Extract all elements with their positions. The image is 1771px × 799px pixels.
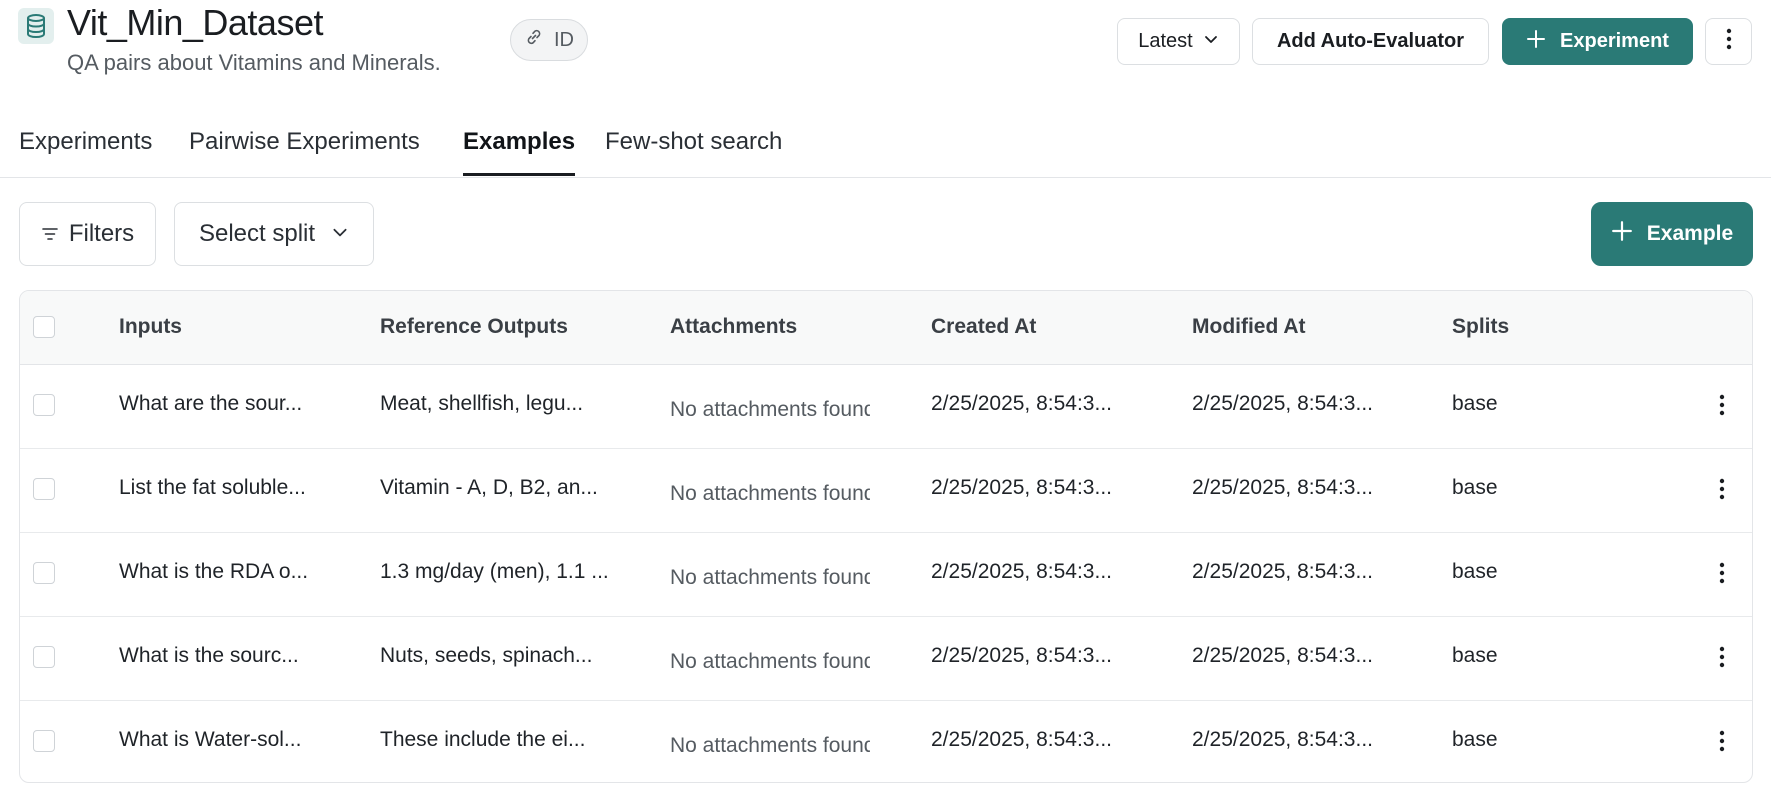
- add-example-button[interactable]: Example: [1591, 202, 1753, 266]
- cell-created-at: 2/25/2025, 8:54:3...: [931, 644, 1112, 667]
- row-menu-button[interactable]: [1710, 474, 1734, 504]
- row-menu-button[interactable]: [1710, 390, 1734, 420]
- database-icon: [18, 8, 54, 44]
- chevron-down-icon: [331, 220, 349, 248]
- cell-attachments: No attachments found: [670, 482, 870, 505]
- filters-button[interactable]: Filters: [19, 202, 156, 266]
- cell-reference-outputs: Vitamin - A, D, B2, an...: [380, 476, 598, 499]
- active-tab-indicator: [463, 173, 575, 176]
- kebab-menu-icon: [1719, 478, 1725, 500]
- cell-inputs: What is the RDA o...: [119, 560, 309, 583]
- row-checkbox[interactable]: [33, 394, 55, 416]
- cell-modified-at: 2/25/2025, 8:54:3...: [1192, 728, 1373, 751]
- tab-pairwise-experiments[interactable]: Pairwise Experiments: [189, 128, 420, 156]
- cell-modified-at: 2/25/2025, 8:54:3...: [1192, 644, 1373, 667]
- cell-attachments: No attachments found: [670, 650, 870, 673]
- more-options-button[interactable]: [1705, 18, 1752, 65]
- cell-attachments: No attachments found: [670, 398, 870, 421]
- kebab-menu-icon: [1719, 562, 1725, 584]
- cell-reference-outputs: Meat, shellfish, legu...: [380, 392, 584, 415]
- cell-split: base: [1452, 644, 1498, 667]
- kebab-menu-icon: [1719, 730, 1725, 752]
- cell-split: base: [1452, 476, 1498, 499]
- cell-reference-outputs: 1.3 mg/day (men), 1.1 ...: [380, 560, 609, 583]
- cell-modified-at: 2/25/2025, 8:54:3...: [1192, 392, 1373, 415]
- page-subtitle: QA pairs about Vitamins and Minerals.: [67, 50, 441, 75]
- table-row[interactable]: What is the RDA o... 1.3 mg/day (men), 1…: [20, 532, 1752, 617]
- column-header-modified-at[interactable]: Modified At: [1192, 315, 1306, 339]
- cell-reference-outputs: These include the ei...: [380, 728, 586, 751]
- column-header-splits[interactable]: Splits: [1452, 315, 1509, 339]
- row-menu-button[interactable]: [1710, 726, 1734, 756]
- add-experiment-button[interactable]: Experiment: [1502, 18, 1693, 65]
- row-menu-button[interactable]: [1710, 558, 1734, 588]
- cell-split: base: [1452, 728, 1498, 751]
- split-select[interactable]: Select split: [174, 202, 374, 266]
- cell-created-at: 2/25/2025, 8:54:3...: [931, 728, 1112, 751]
- add-auto-evaluator-button[interactable]: Add Auto-Evaluator: [1252, 18, 1489, 65]
- cell-modified-at: 2/25/2025, 8:54:3...: [1192, 476, 1373, 499]
- kebab-menu-icon: [1719, 394, 1725, 416]
- copy-id-button[interactable]: ID: [510, 19, 588, 61]
- table-row[interactable]: What are the sour... Meat, shellfish, le…: [20, 364, 1752, 449]
- split-select-placeholder: Select split: [198, 220, 316, 247]
- row-menu-button[interactable]: [1710, 642, 1734, 672]
- column-header-inputs[interactable]: Inputs: [119, 315, 182, 339]
- cell-inputs: List the fat soluble...: [119, 476, 306, 499]
- kebab-menu-icon: [1719, 646, 1725, 668]
- kebab-menu-icon: [1726, 28, 1732, 56]
- filter-icon: [41, 220, 59, 248]
- experiment-button-label: Experiment: [1560, 30, 1669, 52]
- column-header-reference-outputs[interactable]: Reference Outputs: [380, 315, 568, 339]
- cell-inputs: What are the sour...: [119, 392, 303, 415]
- cell-created-at: 2/25/2025, 8:54:3...: [931, 560, 1112, 583]
- page-title: Vit_Min_Dataset: [67, 2, 323, 43]
- select-all-checkbox[interactable]: [33, 316, 55, 338]
- cell-inputs: What is the sourc...: [119, 644, 299, 667]
- row-checkbox[interactable]: [33, 478, 55, 500]
- cell-attachments: No attachments found: [670, 734, 870, 757]
- cell-attachments: No attachments found: [670, 566, 870, 589]
- cell-split: base: [1452, 560, 1498, 583]
- row-checkbox[interactable]: [33, 562, 55, 584]
- cell-created-at: 2/25/2025, 8:54:3...: [931, 392, 1112, 415]
- table-row[interactable]: What is the sourc... Nuts, seeds, spinac…: [20, 616, 1752, 701]
- version-select[interactable]: Latest: [1117, 18, 1240, 65]
- filters-label: Filters: [68, 220, 135, 247]
- tab-few-shot-search[interactable]: Few-shot search: [605, 128, 782, 156]
- tab-bar: Experiments Pairwise Experiments Example…: [0, 120, 1771, 178]
- column-header-created-at[interactable]: Created At: [931, 315, 1036, 339]
- table-header: Inputs Reference Outputs Attachments Cre…: [20, 291, 1752, 365]
- link-icon: [524, 27, 544, 53]
- column-header-attachments[interactable]: Attachments: [670, 315, 797, 339]
- version-select-value: Latest: [1138, 30, 1193, 52]
- cell-modified-at: 2/25/2025, 8:54:3...: [1192, 560, 1373, 583]
- cell-split: base: [1452, 392, 1498, 415]
- plus-icon: [1526, 29, 1546, 55]
- row-checkbox[interactable]: [33, 730, 55, 752]
- cell-inputs: What is Water-sol...: [119, 728, 302, 751]
- chevron-down-icon: [1203, 30, 1219, 53]
- table-row[interactable]: What is Water-sol... These include the e…: [20, 700, 1752, 782]
- cell-reference-outputs: Nuts, seeds, spinach...: [380, 644, 593, 667]
- row-checkbox[interactable]: [33, 646, 55, 668]
- tab-experiments[interactable]: Experiments: [19, 128, 152, 156]
- cell-created-at: 2/25/2025, 8:54:3...: [931, 476, 1112, 499]
- examples-table: Inputs Reference Outputs Attachments Cre…: [19, 290, 1753, 783]
- plus-icon: [1611, 220, 1633, 248]
- id-label: ID: [554, 28, 574, 51]
- tab-examples[interactable]: Examples: [463, 128, 575, 156]
- add-example-label: Example: [1646, 222, 1734, 245]
- table-row[interactable]: List the fat soluble... Vitamin - A, D, …: [20, 448, 1752, 533]
